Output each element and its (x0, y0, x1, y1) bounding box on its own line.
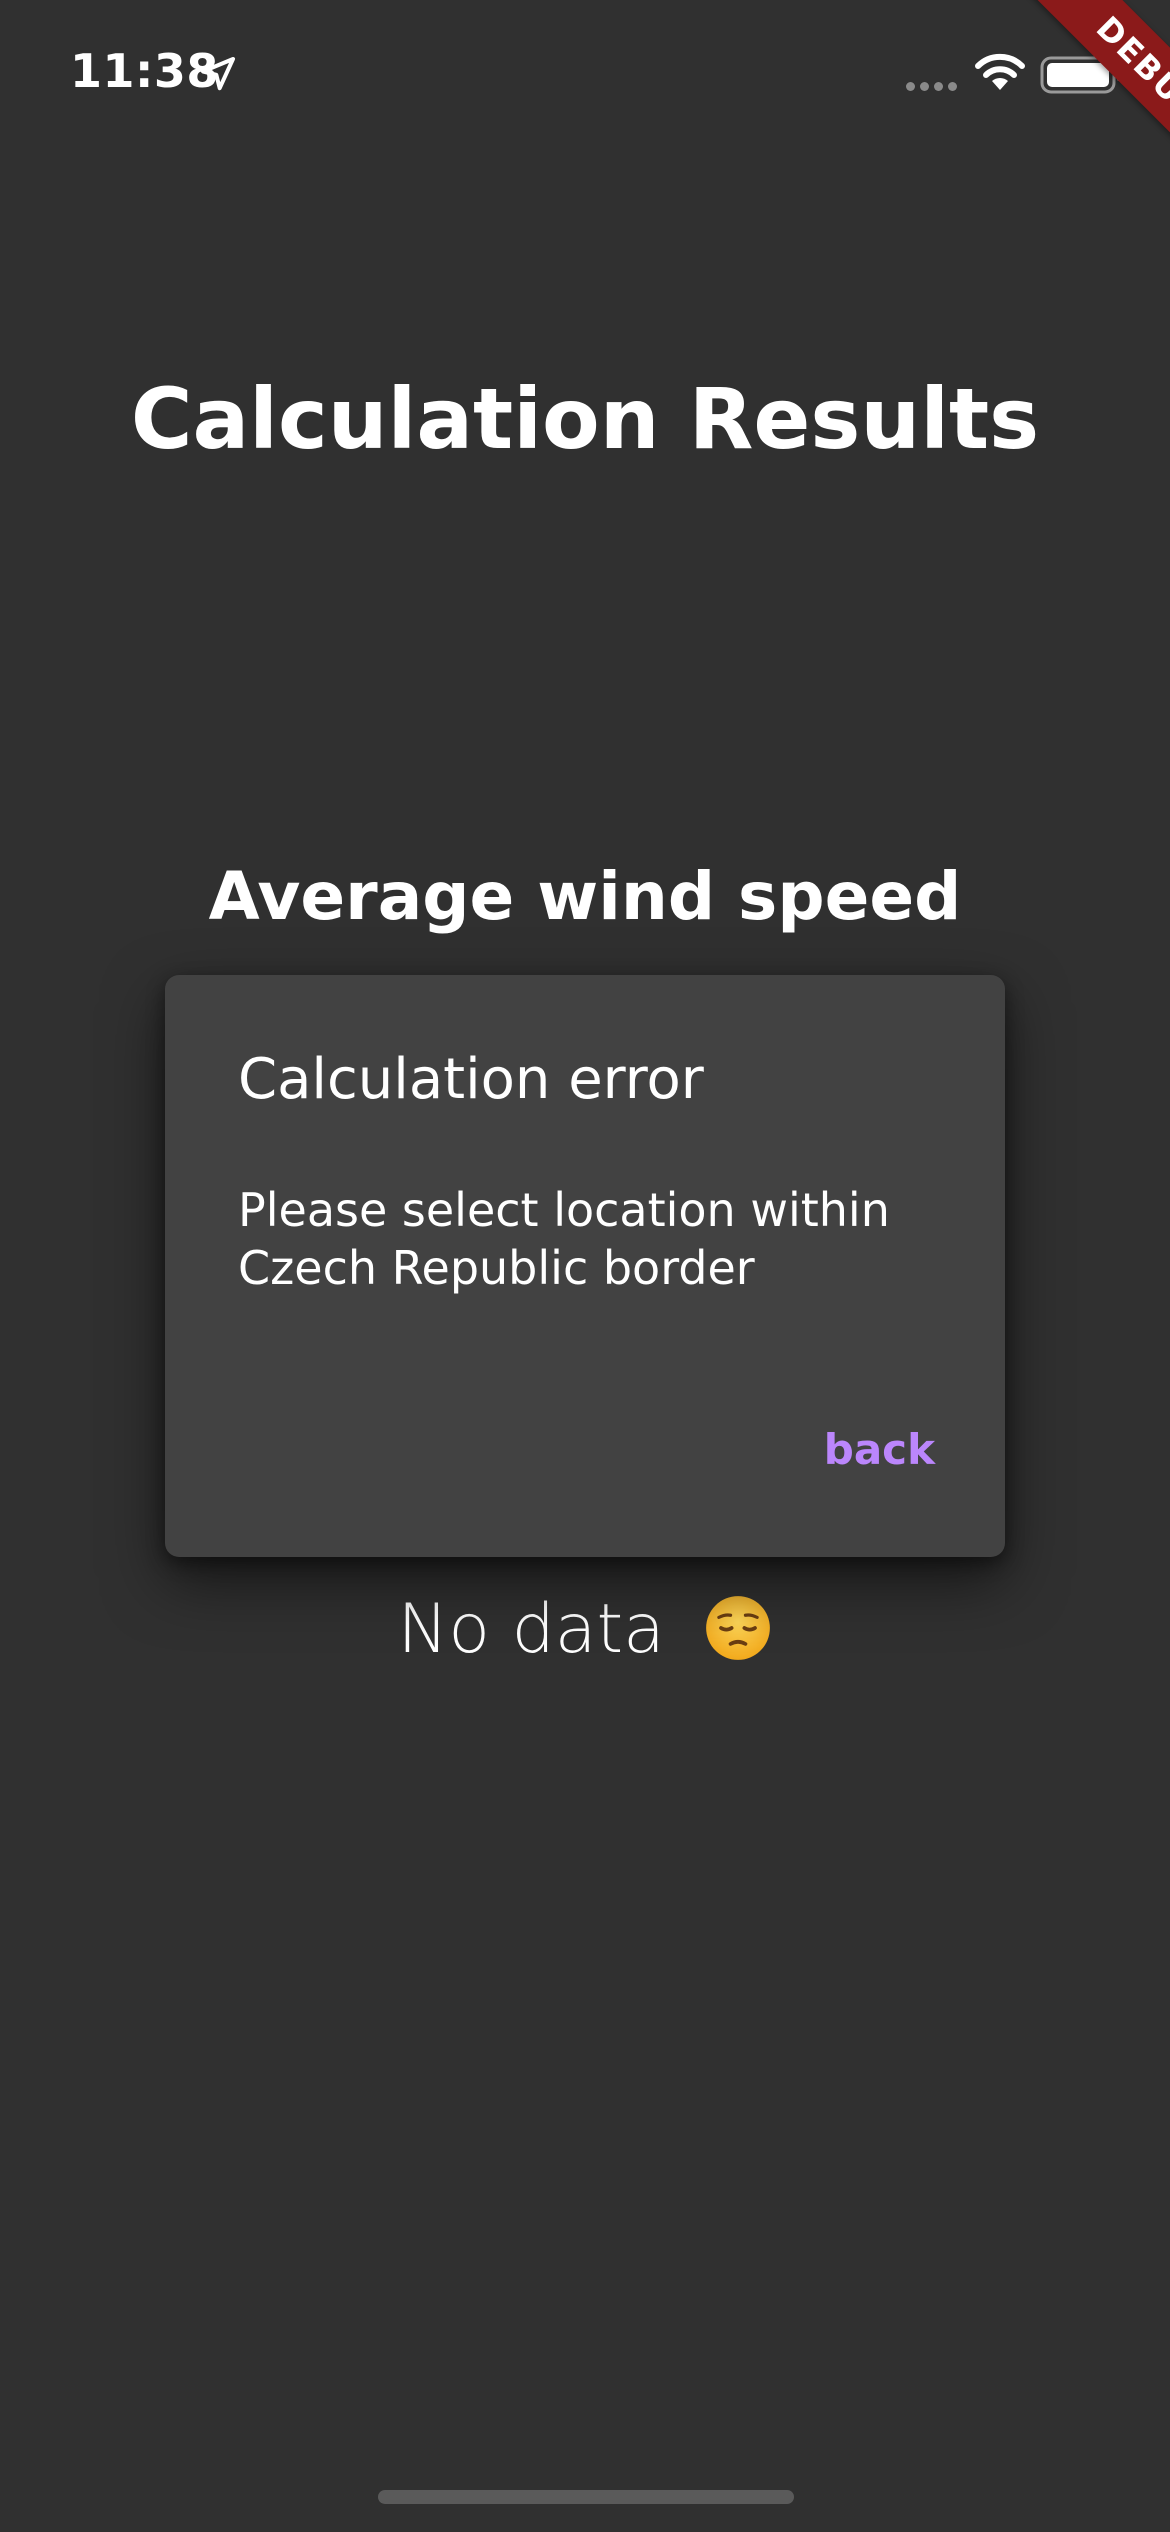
status-time: 11:38 (70, 44, 219, 98)
wifi-icon (975, 53, 1025, 90)
battery-icon (1040, 56, 1122, 94)
status-bar: 11:38 (0, 0, 1170, 150)
location-arrow-icon (201, 57, 235, 91)
page-title: Calculation Results (130, 370, 1040, 468)
pensive-face-icon (706, 1595, 771, 1660)
no-data-text: No data (397, 1590, 665, 1669)
calculation-error-dialog: Calculation error Please select location… (165, 975, 1005, 1557)
dialog-title: Calculation error (238, 1047, 704, 1112)
back-button[interactable]: back (824, 1425, 935, 1474)
home-indicator[interactable] (378, 2490, 794, 2504)
cellular-signal-icon (906, 82, 960, 94)
section-heading-average-wind-speed: Average wind speed (208, 858, 962, 935)
dialog-message: Please select location within Czech Repu… (238, 1183, 890, 1295)
app-screen: 11:38 DEBUG Calculation Results Average … (0, 0, 1170, 2532)
no-data-message: No data (0, 1590, 1170, 1669)
